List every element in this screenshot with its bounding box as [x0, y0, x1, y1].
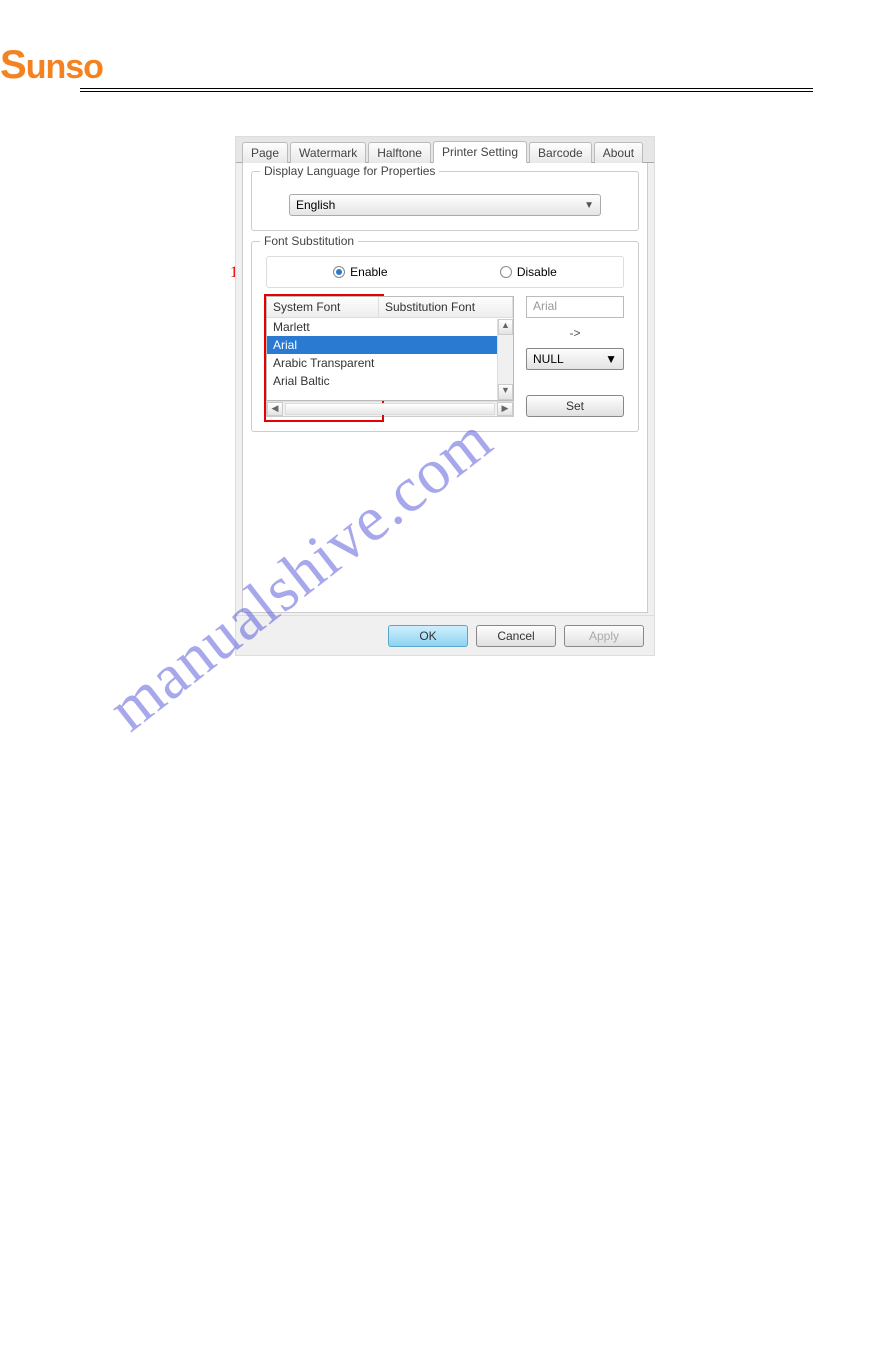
chevron-down-icon: ▼: [605, 352, 617, 366]
tab-halftone[interactable]: Halftone: [368, 142, 431, 163]
brand-logo: Sunso: [0, 43, 103, 88]
tab-strip: Page Watermark Halftone Printer Setting …: [236, 137, 654, 163]
radio-icon: [333, 266, 345, 278]
scroll-track[interactable]: [285, 403, 495, 415]
radio-icon: [500, 266, 512, 278]
list-rows: Marlett Arial Arabic Transparent Arial B…: [267, 318, 513, 390]
set-button[interactable]: Set: [526, 395, 624, 417]
language-value: English: [296, 198, 335, 212]
column-system-font[interactable]: System Font: [267, 297, 379, 317]
font-substitution-group: Font Substitution Enable Disable: [251, 241, 639, 432]
apply-button[interactable]: Apply: [564, 625, 644, 647]
substitution-controls: Arial -> NULL ▼ Set: [526, 296, 624, 417]
font-substitution-title: Font Substitution: [260, 234, 358, 248]
chevron-down-icon: ▼: [584, 200, 594, 211]
enable-disable-row: Enable Disable: [266, 256, 624, 288]
scroll-left-icon[interactable]: ◀: [267, 402, 283, 416]
language-group-title: Display Language for Properties: [260, 164, 439, 178]
dialog-buttons: OK Cancel Apply: [236, 615, 654, 655]
scroll-down-icon[interactable]: ▼: [498, 384, 513, 400]
horizontal-scrollbar[interactable]: ◀ ▶: [266, 401, 514, 417]
column-substitution-font[interactable]: Substitution Font: [379, 297, 513, 317]
target-value: NULL: [533, 352, 564, 366]
list-item[interactable]: Marlett: [267, 318, 513, 336]
language-dropdown[interactable]: English ▼: [289, 194, 601, 216]
list-item[interactable]: Arial: [267, 336, 513, 354]
arrow-label: ->: [526, 326, 624, 340]
enable-radio[interactable]: Enable: [333, 265, 387, 279]
printer-properties-dialog: Page Watermark Halftone Printer Setting …: [235, 136, 655, 656]
tab-page[interactable]: Page: [242, 142, 288, 163]
list-item[interactable]: Arabic Transparent: [267, 354, 513, 372]
enable-label: Enable: [350, 265, 387, 279]
disable-radio[interactable]: Disable: [500, 265, 557, 279]
ok-button[interactable]: OK: [388, 625, 468, 647]
tab-watermark[interactable]: Watermark: [290, 142, 366, 163]
scroll-up-icon[interactable]: ▲: [498, 319, 513, 335]
font-listbox[interactable]: System Font Substitution Font Marlett Ar…: [266, 296, 514, 401]
target-font-combo[interactable]: NULL ▼: [526, 348, 624, 370]
selected-font-display: Arial: [526, 296, 624, 318]
language-group: Display Language for Properties English …: [251, 171, 639, 231]
vertical-scrollbar[interactable]: ▲ ▼: [497, 319, 513, 400]
font-list-wrap: System Font Substitution Font Marlett Ar…: [266, 296, 514, 417]
tab-about[interactable]: About: [594, 142, 643, 163]
tab-printer-setting[interactable]: Printer Setting: [433, 141, 527, 163]
scroll-right-icon[interactable]: ▶: [497, 402, 513, 416]
listbox-header: System Font Substitution Font: [267, 297, 513, 318]
list-item[interactable]: Arial Baltic: [267, 372, 513, 390]
printer-setting-panel: Display Language for Properties English …: [242, 163, 648, 613]
tab-barcode[interactable]: Barcode: [529, 142, 592, 163]
cancel-button[interactable]: Cancel: [476, 625, 556, 647]
disable-label: Disable: [517, 265, 557, 279]
